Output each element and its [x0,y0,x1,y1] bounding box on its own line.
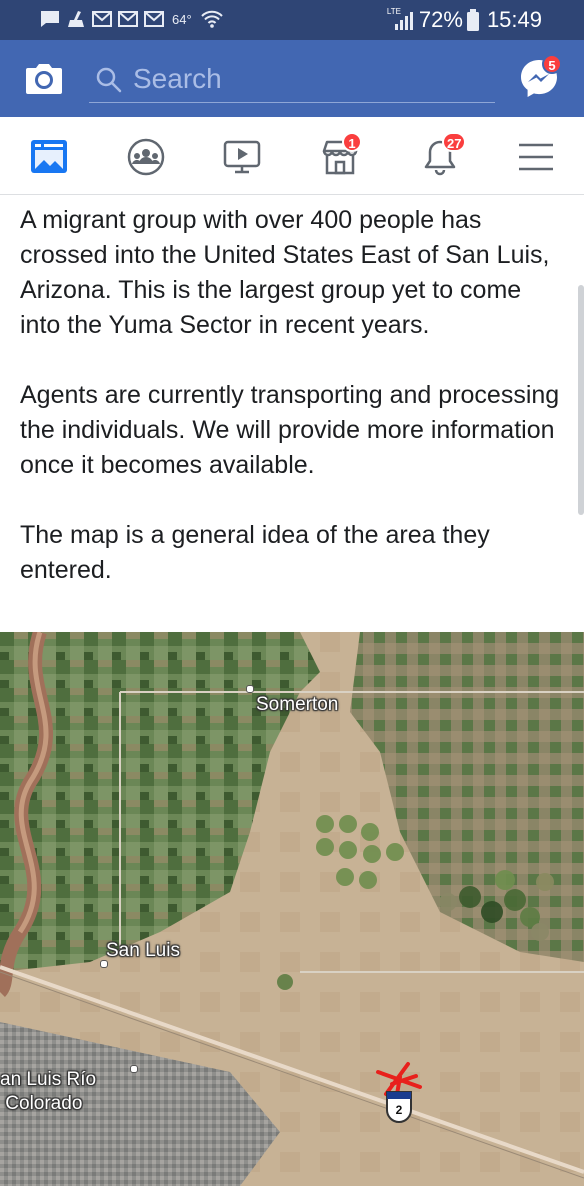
scrollbar[interactable] [578,285,584,515]
post-paragraph: A migrant group with over 400 people has… [20,206,550,339]
post-paragraph: Agents are currently transporting and pr… [20,381,560,479]
gmail-icon [92,11,112,27]
gmail-icon [144,11,164,27]
camera-icon [26,64,62,94]
network-type: LTE [386,7,401,16]
watch-video-icon [223,140,261,174]
tab-marketplace[interactable]: 1 [316,132,364,177]
messenger-button[interactable]: 5 [518,54,564,103]
route-2-shield: 2 [385,1090,413,1126]
battery-icon [466,9,479,31]
temperature: 64° [172,11,192,27]
notification-icons: 64° [40,9,224,29]
route-number: 2 [395,1103,403,1117]
search-icon [96,67,122,93]
cleaning-notification-icon [68,11,84,27]
tab-news-feed[interactable] [25,135,73,177]
san-luis-rio-colorado-marker [130,1065,138,1073]
gmail-icon [118,11,138,27]
tab-bar: 1 27 [0,117,584,195]
tab-watch[interactable] [218,135,266,177]
search-bar[interactable] [89,56,495,103]
messenger-badge: 5 [542,54,562,74]
tab-notifications[interactable]: 27 [416,132,467,177]
wifi-icon [200,10,223,28]
news-feed-icon [31,140,67,173]
chat-notification-icon [41,11,59,27]
app-header: 5 [0,40,584,117]
status-bar: 64° LTE 72% 15:49 [0,0,584,40]
tab-groups[interactable] [122,135,170,177]
system-status: LTE 72% 15:49 [386,7,542,33]
clock: 15:49 [486,7,542,32]
menu-icon [519,143,553,171]
tab-menu[interactable] [512,135,560,177]
notifications-badge: 27 [442,132,467,152]
map-label-san-luis-rio-colorado: an Luis Río Colorado [0,1069,97,1114]
camera-button[interactable] [24,58,64,98]
somerton-marker [246,685,254,693]
groups-icon [127,138,165,176]
search-input[interactable] [131,60,485,98]
map-label-san-luis: San Luis [106,940,180,961]
marketplace-badge: 1 [342,132,362,152]
satellite-map-image[interactable]: Somerton San Luis an Luis Río Colorado [0,632,584,1186]
signal-icon: LTE [386,7,413,32]
post-text: A migrant group with over 400 people has… [20,203,560,623]
post-body: A migrant group with over 400 people has… [0,195,584,632]
battery-percentage: 72% [418,7,463,32]
map-label-somerton: Somerton [256,694,339,715]
post-paragraph: The map is a general idea of the area th… [20,521,490,584]
